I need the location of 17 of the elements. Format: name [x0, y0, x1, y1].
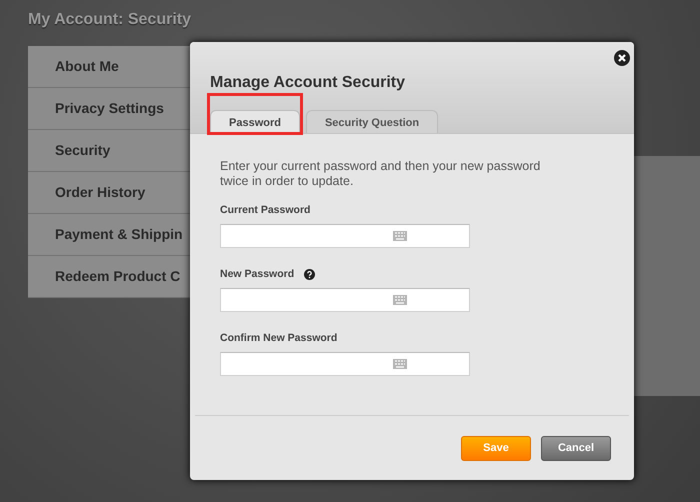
field-label: Current Password	[220, 204, 310, 216]
tab[interactable]: Password	[210, 110, 300, 133]
password-field[interactable]	[220, 288, 470, 312]
keyboard-icon[interactable]	[393, 359, 407, 369]
instruction-text: Enter your current password and then your new password twice in order to update.	[220, 159, 542, 189]
password-field[interactable]	[220, 224, 470, 248]
cancel-button[interactable]: Cancel	[541, 436, 611, 460]
keyboard-icon[interactable]	[393, 231, 407, 241]
field-label: New Password	[220, 268, 294, 280]
tab[interactable]: Security Question	[306, 110, 438, 133]
close-icon[interactable]	[614, 50, 630, 66]
help-icon[interactable]	[304, 268, 316, 280]
page-title: My Account: Security	[28, 10, 191, 30]
keyboard-icon[interactable]	[393, 295, 407, 305]
field-label: Confirm New Password	[220, 332, 338, 344]
dialog-title: Manage Account Security	[209, 74, 406, 92]
password-field[interactable]	[220, 352, 470, 376]
